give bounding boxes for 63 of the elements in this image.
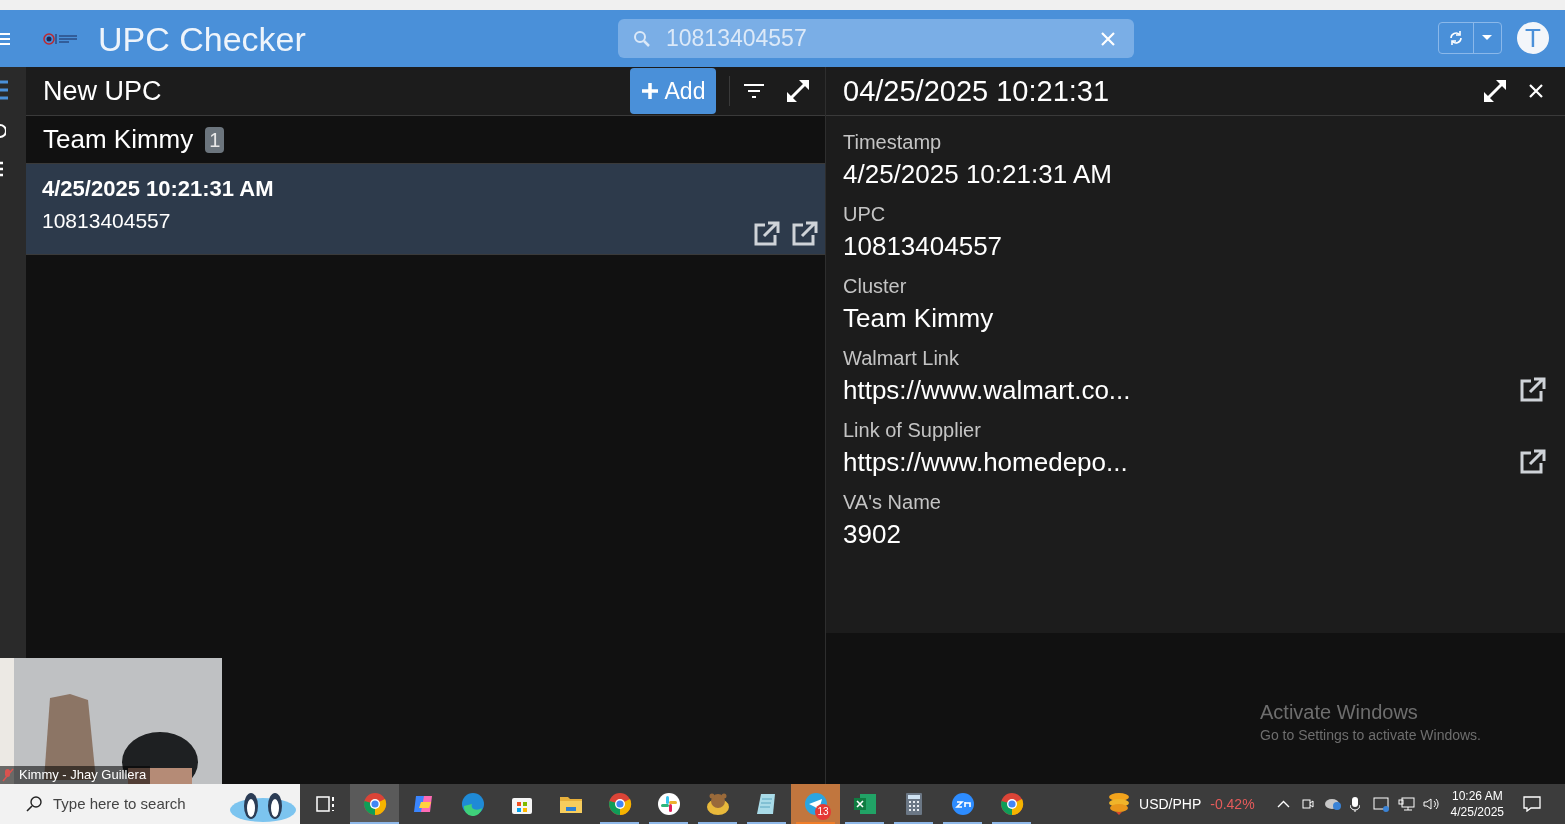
network-icon[interactable] [1397, 797, 1415, 811]
search-icon [633, 29, 651, 48]
item-upc: 10813404557 [42, 208, 172, 234]
field-value: 10813404557 [843, 230, 1003, 263]
browser-icon [999, 792, 1024, 816]
notification-icon[interactable] [1523, 796, 1541, 812]
expand-icon[interactable] [785, 78, 811, 104]
speaker-icon[interactable] [1422, 797, 1440, 811]
count-badge: 1 [205, 126, 225, 153]
field-label: Walmart Link [843, 346, 960, 371]
coins-icon [1108, 792, 1130, 816]
plus-icon [640, 82, 659, 100]
clock[interactable]: 10:26 AM 4/25/2025 [1450, 788, 1504, 820]
sync-icon [1447, 30, 1464, 46]
camera-icon[interactable] [1301, 797, 1314, 811]
list-icon[interactable] [0, 79, 10, 101]
field-label: UPC [843, 202, 887, 227]
taskbar-search-field[interactable]: Type here to search [0, 784, 300, 824]
video-call-icon [950, 792, 975, 816]
field-value: 4/25/2025 10:21:31 AM [843, 158, 1112, 191]
field-value: Team Kimmy [843, 302, 994, 335]
menu-icon[interactable] [0, 31, 10, 46]
filter-icon[interactable] [743, 83, 765, 99]
edge-icon [460, 792, 485, 816]
search-icon [26, 796, 42, 812]
chevron-up-icon[interactable] [1276, 800, 1290, 808]
slack-icon [656, 792, 681, 816]
caret-icon [1482, 35, 1493, 41]
sync-button-group[interactable] [1438, 22, 1502, 54]
taskbar-button[interactable]: 13 [791, 784, 840, 824]
display-icon[interactable] [1372, 796, 1390, 812]
external-link-icon[interactable] [1519, 377, 1547, 403]
external-link-icon[interactable] [753, 221, 781, 247]
browser-icon [362, 792, 387, 816]
field-value: 3902 [843, 518, 901, 551]
close-icon[interactable] [1528, 83, 1544, 99]
dots-icon[interactable] [0, 161, 4, 177]
browser-icon [607, 792, 632, 816]
currency-change: -0.42% [1210, 794, 1255, 814]
microphone-icon[interactable] [1349, 796, 1360, 812]
participant-name: Kimmy - Jhay Guillera [19, 766, 147, 784]
spreadsheet-icon [852, 792, 877, 816]
app-title: UPC Checker [98, 21, 306, 56]
notification-badge: 13 [815, 804, 831, 820]
external-link-icon[interactable] [1519, 449, 1547, 475]
external-link-icon[interactable] [791, 221, 819, 247]
field-label: Link of Supplier [843, 418, 982, 443]
currency-pair: USD/PHP [1139, 794, 1202, 814]
group-name: Team Kimmy [43, 123, 194, 156]
expand-icon[interactable] [1482, 78, 1508, 104]
list-item[interactable]: 4/25/2025 10:21:31 AM 10813404557 [26, 164, 825, 255]
bear-icon [705, 792, 730, 816]
item-timestamp: 4/25/2025 10:21:31 AM [42, 175, 274, 203]
field-label: Cluster [843, 274, 908, 299]
activation-message: Go to Settings to activate Windows. [1260, 726, 1481, 745]
activation-title: Activate Windows [1260, 700, 1419, 725]
panel-title: New UPC [43, 77, 162, 105]
field-label: VA's Name [843, 490, 942, 515]
field-link[interactable]: https://www.homedepo... [843, 443, 1128, 481]
cloud-icon[interactable] [1323, 797, 1342, 811]
field-link[interactable]: https://www.walmart.co... [843, 371, 1131, 409]
detail-title: 04/25/2025 10:21:31 [843, 76, 1110, 106]
field-label: Timestamp [843, 130, 943, 155]
